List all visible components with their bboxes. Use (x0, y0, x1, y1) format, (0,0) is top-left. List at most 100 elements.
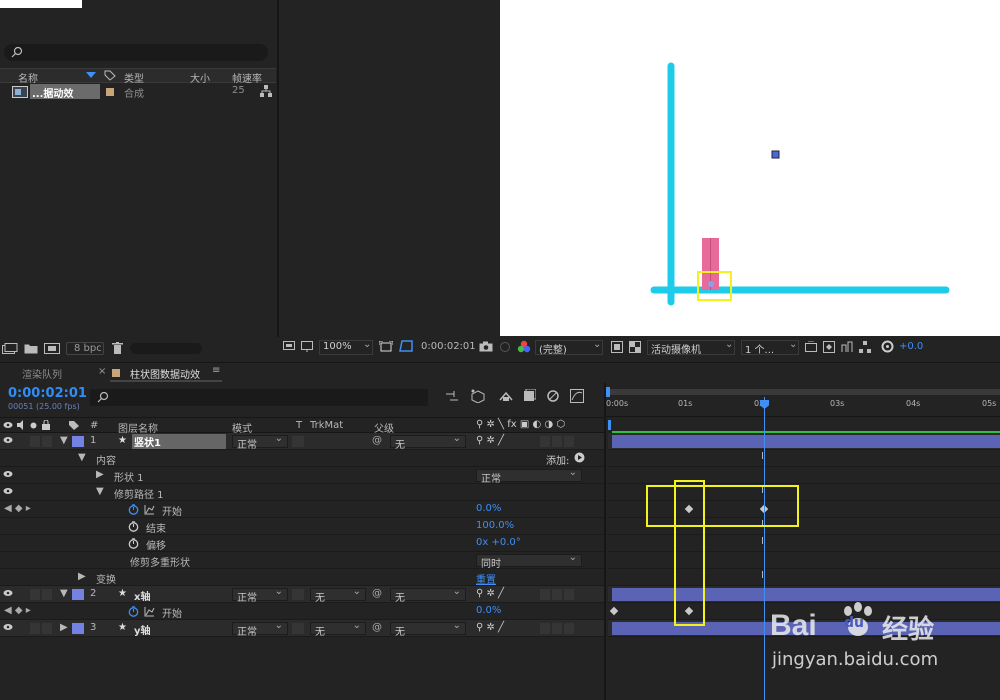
graph-icon[interactable] (144, 504, 155, 515)
expand-triangle-icon[interactable]: ▼ (60, 435, 68, 446)
expand-triangle-icon[interactable]: ▼ (60, 588, 68, 599)
current-time-display[interactable]: 0:00:02:01 (8, 386, 87, 401)
color-channels-icon[interactable] (517, 340, 531, 354)
graph-icon[interactable] (144, 606, 155, 617)
timeline-graph[interactable]: 0:00s 01s 02s 03s 04s 05s I I I I I (604, 383, 1000, 700)
start-value[interactable]: 0.0% (476, 503, 501, 514)
keyframe-navigator[interactable]: ◀ ◆ ▸ (4, 605, 31, 616)
fit-frame-icon[interactable] (379, 341, 393, 353)
start-value[interactable]: 0.0% (476, 605, 501, 616)
add-label[interactable]: 添加: (546, 452, 569, 467)
composition-canvas[interactable] (500, 0, 1000, 336)
property-offset-row[interactable]: 偏移 0x +0.0° (0, 535, 604, 552)
toggle-pixel-aspect-icon[interactable] (805, 341, 817, 353)
tab-menu-icon[interactable]: ≡ (212, 365, 220, 376)
collapse-triangle-icon[interactable]: ▶ (60, 622, 68, 633)
camera-snapshot-icon[interactable] (479, 341, 493, 352)
visibility-eye-icon[interactable] (3, 469, 13, 479)
region-of-interest-icon[interactable] (611, 341, 623, 353)
playhead-line[interactable] (764, 397, 765, 700)
trash-icon[interactable] (112, 342, 123, 354)
layer-1-duration-bar[interactable] (612, 435, 1000, 448)
always-preview-icon[interactable] (283, 341, 295, 352)
expand-triangle-icon[interactable]: ▼ (96, 486, 104, 497)
camera-view-dropdown[interactable]: 活动摄像机 (651, 341, 701, 356)
contents-row[interactable]: ▼ 内容 添加: (0, 450, 604, 467)
layer-1-track[interactable] (608, 431, 1000, 450)
timeline-icon[interactable] (841, 341, 853, 353)
end-value[interactable]: 100.0% (476, 520, 514, 531)
frame-blending-icon[interactable] (522, 389, 536, 403)
project-scrollbar[interactable] (130, 343, 202, 354)
layer-row-2[interactable]: ▼ 2 ★ x轴 正常 无 @ 无 ⚲ ✲ ╱ (0, 586, 604, 604)
mask-toggle-icon[interactable] (399, 340, 413, 354)
project-search-input[interactable] (4, 44, 268, 61)
layer-switches[interactable]: ⚲ ✲ ╱ (476, 435, 504, 446)
transform-row[interactable]: ▶ 变换 重置 (0, 569, 604, 586)
layer-name[interactable]: 竖状1 (132, 434, 226, 449)
keyframe[interactable] (609, 606, 619, 616)
pickwhip-icon[interactable]: @ (372, 435, 382, 446)
layer-label-color[interactable] (72, 623, 84, 634)
collapse-triangle-icon[interactable]: ▶ (78, 571, 86, 582)
visibility-eye-icon[interactable] (3, 588, 13, 598)
col-name[interactable]: 名称 (18, 70, 38, 85)
interpret-footage-icon[interactable] (2, 343, 18, 354)
reset-exposure-icon[interactable] (881, 340, 894, 353)
zoom-level-dropdown[interactable]: 100% (323, 341, 352, 352)
property-start-row[interactable]: ◀ ◆ ▸ 开始 0.0% (0, 501, 604, 518)
sort-down-icon[interactable] (86, 72, 96, 79)
expand-triangle-icon[interactable]: ▼ (78, 452, 86, 463)
trim-paths-row[interactable]: ▼ 修剪路径 1 (0, 484, 604, 501)
layer-row-1[interactable]: ▼ 1 ★ 竖状1 正常 @ 无 ⚲ ✲ ╱ (0, 433, 604, 451)
transparency-grid-icon[interactable] (629, 341, 641, 353)
parent-dropdown[interactable]: 无 (390, 586, 466, 604)
draft-3d-icon[interactable] (470, 389, 486, 403)
resolution-dropdown[interactable]: (完整) (539, 341, 567, 356)
bit-depth-button[interactable]: 8 bpc (74, 343, 102, 354)
layer-switches[interactable]: ⚲ ✲ ╱ (476, 588, 504, 599)
flowchart-icon[interactable] (859, 341, 871, 353)
work-area-start-handle[interactable] (606, 387, 610, 397)
property-end-row[interactable]: 结束 100.0% (0, 518, 604, 535)
shy-layers-icon[interactable] (498, 390, 514, 402)
parent-dropdown[interactable]: 无 (390, 620, 466, 638)
layer-label-color[interactable] (72, 589, 84, 600)
layer2-start-row[interactable]: ◀ ◆ ▸ 开始 0.0% (0, 603, 604, 620)
trim-multiple-dropdown[interactable]: 同时 (476, 552, 582, 570)
tab-render-queue[interactable]: 渲染队列 (22, 366, 62, 381)
label-tag-icon[interactable] (104, 70, 116, 81)
work-area-bar[interactable] (606, 389, 1000, 395)
col-fps[interactable]: 帧速率 (232, 70, 262, 85)
col-size[interactable]: 大小 (190, 70, 210, 85)
pickwhip-icon[interactable]: @ (372, 588, 382, 599)
blend-mode-dropdown[interactable]: 正常 (232, 433, 288, 451)
layer-row-3[interactable]: ▶ 3 ★ y轴 正常 无 @ 无 ⚲ ✲ ╱ (0, 620, 604, 638)
new-composition-icon[interactable] (44, 343, 60, 354)
stopwatch-icon[interactable] (128, 538, 139, 549)
trim-multiple-row[interactable]: 修剪多重形状 同时 (0, 552, 604, 570)
tab-comp[interactable]: 柱状图数据动效 (130, 366, 200, 381)
collapse-triangle-icon[interactable]: ▶ (96, 469, 104, 480)
graph-editor-icon[interactable] (570, 389, 584, 403)
comp-mini-flowchart-icon[interactable] (446, 391, 460, 403)
stopwatch-icon[interactable] (128, 504, 139, 515)
reset-link[interactable]: 重置 (476, 571, 496, 586)
add-menu-icon[interactable] (574, 452, 585, 463)
layer-name[interactable]: x轴 (134, 588, 150, 603)
layer-switches[interactable]: ⚲ ✲ ╱ (476, 622, 504, 633)
close-icon[interactable]: × (98, 366, 106, 377)
pickwhip-icon[interactable]: @ (372, 622, 382, 633)
monitor-icon[interactable] (301, 341, 313, 353)
timeline-search-input[interactable] (90, 389, 428, 406)
trkmat-dropdown[interactable]: 无 (310, 586, 366, 604)
blend-mode-dropdown[interactable]: 正常 (232, 620, 288, 638)
stopwatch-icon[interactable] (128, 521, 139, 532)
motion-blur-icon[interactable] (546, 389, 560, 403)
fast-previews-icon[interactable] (823, 341, 835, 353)
project-item-row[interactable]: ...据动效 合成 25 (0, 84, 276, 100)
visibility-eye-icon[interactable] (3, 435, 13, 445)
exposure-value[interactable]: +0.0 (899, 341, 923, 352)
layer-name[interactable]: y轴 (134, 622, 151, 637)
offset-value[interactable]: 0x +0.0° (476, 537, 521, 548)
